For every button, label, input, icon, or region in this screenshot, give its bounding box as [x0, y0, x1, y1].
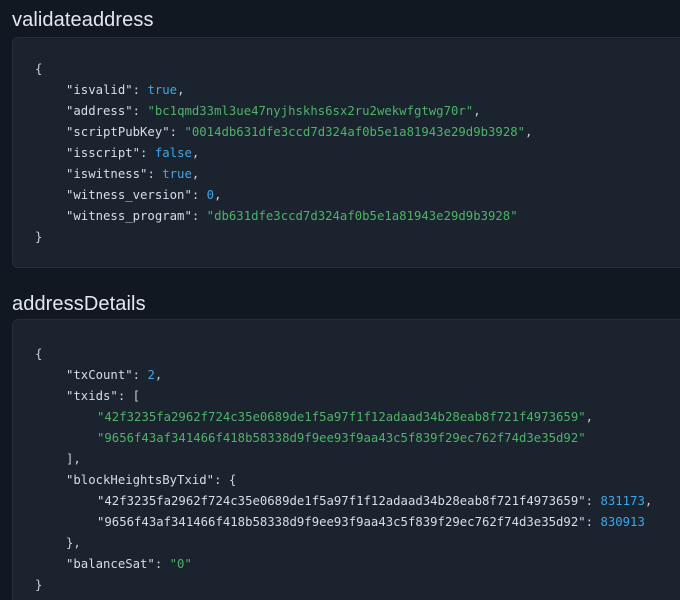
json-punctuation: :: [585, 515, 601, 529]
json-output-validateaddress: {"isvalid": true, "address": "bc1qmd33ml3…: [35, 59, 532, 248]
json-key: "balanceSat": [66, 557, 155, 571]
code-line: "witness_version": 0,: [35, 185, 532, 206]
json-punctuation: ],: [66, 452, 81, 466]
json-punctuation: :: [147, 167, 163, 181]
code-panel-addressdetails: {"txCount": 2, "txids": ["42f3235fa2962f7…: [12, 319, 680, 600]
json-string: "bc1qmd33ml3ue47nyjhskhs6sx2ru2wekwfgtwg…: [147, 104, 474, 118]
json-key: "9656f43af341466f418b58338d9f9ee93f9aa43…: [97, 515, 586, 529]
json-punctuation: :: [585, 494, 601, 508]
code-line: "9656f43af341466f418b58338d9f9ee93f9aa43…: [35, 512, 652, 533]
section-title-addressdetails: addressDetails: [12, 293, 146, 315]
json-key: "isvalid": [66, 83, 133, 97]
code-line: "balanceSat": "0": [35, 554, 652, 575]
code-line: {: [35, 344, 652, 365]
json-key: "scriptPubKey": [66, 125, 170, 139]
code-line: {: [35, 59, 532, 80]
code-line: "iswitness": true,: [35, 164, 532, 185]
code-line: "address": "bc1qmd33ml3ue47nyjhskhs6sx2r…: [35, 101, 532, 122]
json-punctuation: ,: [473, 104, 481, 118]
code-line: "9656f43af341466f418b58338d9f9ee93f9aa43…: [35, 428, 652, 449]
json-punctuation: :: [140, 146, 155, 160]
code-line: ],: [35, 449, 652, 470]
json-punctuation: ,: [644, 494, 653, 508]
code-line: "txids": [: [35, 386, 652, 407]
json-key: "address": [66, 104, 133, 118]
json-string: "9656f43af341466f418b58338d9f9ee93f9aa43…: [97, 431, 586, 445]
json-key: "isscript": [66, 146, 141, 160]
json-punctuation: :: [191, 209, 207, 223]
code-line: "42f3235fa2962f724c35e0689de1f5a97f1f12a…: [35, 491, 652, 512]
json-string: "0": [169, 557, 192, 571]
json-keyword: true: [147, 83, 178, 97]
json-punctuation: :: [191, 188, 207, 202]
json-punctuation: ,: [191, 146, 200, 160]
json-keyword: true: [162, 167, 192, 181]
code-line: "blockHeightsByTxid": {: [35, 470, 652, 491]
json-number: 831173: [600, 494, 645, 508]
code-line: }: [35, 575, 652, 596]
json-punctuation: : {: [214, 473, 237, 487]
json-output-addressdetails: {"txCount": 2, "txids": ["42f3235fa2962f7…: [35, 344, 652, 596]
json-key: "txCount": [66, 368, 133, 382]
json-punctuation: :: [154, 557, 170, 571]
code-line: "42f3235fa2962f724c35e0689de1f5a97f1f12a…: [35, 407, 652, 428]
json-string: "0014db631dfe3ccd7d324af0b5e1a81943e29d9…: [184, 125, 526, 139]
code-line: }: [35, 227, 532, 248]
json-punctuation: :: [169, 125, 185, 139]
code-line: "scriptPubKey": "0014db631dfe3ccd7d324af…: [35, 122, 532, 143]
json-key: "iswitness": [66, 167, 148, 181]
json-punctuation: ,: [214, 188, 222, 202]
code-line: },: [35, 533, 652, 554]
json-key: "witness_version": [66, 188, 192, 202]
code-panel-validateaddress: {"isvalid": true, "address": "bc1qmd33ml3…: [12, 37, 680, 268]
json-number: 0: [206, 188, 215, 202]
json-punctuation: : [: [117, 389, 141, 403]
json-punctuation: :: [132, 83, 148, 97]
json-punctuation: {: [35, 62, 43, 76]
json-punctuation: ,: [585, 410, 594, 424]
code-line: "isscript": false,: [35, 143, 532, 164]
json-punctuation: },: [66, 536, 81, 550]
json-punctuation: ,: [525, 125, 533, 139]
json-number: 830913: [600, 515, 645, 529]
json-key: "42f3235fa2962f724c35e0689de1f5a97f1f12a…: [97, 494, 586, 508]
json-punctuation: {: [35, 347, 43, 361]
json-punctuation: }: [35, 230, 43, 244]
json-key: "witness_program": [66, 209, 192, 223]
json-string: "42f3235fa2962f724c35e0689de1f5a97f1f12a…: [97, 410, 586, 424]
json-string: "db631dfe3ccd7d324af0b5e1a81943e29d9b392…: [206, 209, 518, 223]
code-line: "witness_program": "db631dfe3ccd7d324af0…: [35, 206, 532, 227]
json-number: 2: [147, 368, 155, 382]
code-line: "isvalid": true,: [35, 80, 532, 101]
json-punctuation: }: [35, 578, 43, 592]
code-line: "txCount": 2,: [35, 365, 652, 386]
json-key: "txids": [66, 389, 118, 403]
json-punctuation: :: [132, 368, 148, 382]
json-punctuation: ,: [177, 83, 185, 97]
json-punctuation: ,: [191, 167, 200, 181]
json-key: "blockHeightsByTxid": [66, 473, 215, 487]
json-punctuation: ,: [154, 368, 163, 382]
json-punctuation: :: [132, 104, 148, 118]
json-keyword: false: [154, 146, 192, 160]
section-title-validateaddress: validateaddress: [12, 9, 154, 31]
